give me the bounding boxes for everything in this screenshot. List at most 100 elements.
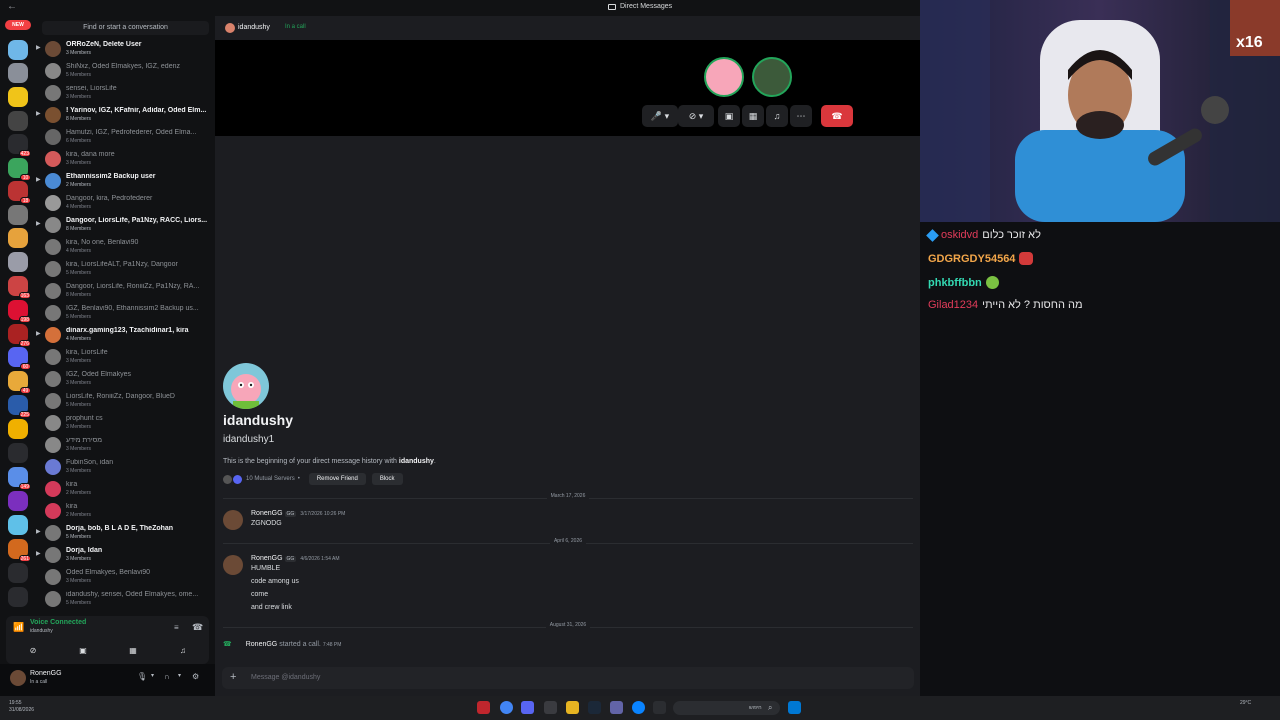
dm-list-item[interactable]: ▶ Dorja, bob, B L A D E, TheZohan 5 Member…	[36, 522, 215, 544]
steam-icon[interactable]	[588, 701, 601, 714]
soundboard-button[interactable]: ♫	[766, 105, 788, 127]
server-icon[interactable]	[8, 228, 28, 248]
server-icon[interactable]: 198	[8, 300, 31, 323]
mic-icon[interactable]: 🎙	[137, 672, 147, 681]
server-icon[interactable]	[8, 111, 28, 131]
server-icon[interactable]: 10	[8, 158, 31, 181]
taskbar-search[interactable]: חיפוש ⌕	[673, 701, 780, 715]
server-icon[interactable]: 225	[8, 395, 31, 418]
dm-list-item[interactable]: ▶ Dangoor, LiorsLife, Pa1Nzy, RACC, Liors…	[36, 214, 215, 236]
dm-list-item[interactable]: kira, No one, Benlavi90 4 Members	[36, 236, 215, 258]
call-participant-ronengg[interactable]	[752, 57, 792, 97]
settings-gear-icon[interactable]: ⚙	[192, 672, 199, 681]
user-avatar[interactable]	[10, 670, 26, 686]
server-icon[interactable]	[8, 252, 28, 272]
dm-list-item[interactable]: IGZ, Oded Elmakyes 3 Members	[36, 368, 215, 390]
header-avatar[interactable]	[225, 23, 235, 33]
dm-list-item[interactable]: Hamutzi, IGZ, Pedrofederer, Oded Elma...…	[36, 126, 215, 148]
discord-icon[interactable]	[521, 701, 534, 714]
signal-icon[interactable]: 📶	[13, 622, 24, 633]
server-icon[interactable]	[8, 563, 28, 583]
mutual-servers-link[interactable]: 10 Mutual Servers	[246, 476, 295, 482]
message-avatar[interactable]	[223, 555, 243, 575]
guild-tag[interactable]: GG	[284, 511, 297, 517]
dm-list-item[interactable]: Oded Elmakyes, Benlavi90 3 Members	[36, 566, 215, 588]
dm-list-item[interactable]: idandushy, sensei, Oded Elmakyes, ome...…	[36, 588, 215, 610]
chrome-icon[interactable]	[500, 701, 513, 714]
chevron-down-icon[interactable]: ▾	[151, 672, 154, 679]
server-icon[interactable]: 261	[8, 539, 31, 562]
edge-icon[interactable]	[632, 701, 645, 714]
server-icon[interactable]	[8, 205, 28, 225]
header-name[interactable]: idandushy	[238, 24, 270, 31]
dm-list-item[interactable]: ▶ ORRoZeN, Delete User 3 Members	[36, 38, 215, 60]
server-icon[interactable]: 49	[8, 371, 31, 394]
user-name[interactable]: RonenGG	[30, 670, 62, 677]
app-icon-1[interactable]	[477, 701, 490, 714]
server-icon[interactable]: 163	[8, 276, 31, 299]
message-author[interactable]: RonenGG	[251, 555, 283, 562]
server-icon[interactable]: 60	[8, 347, 31, 370]
call-participant-idandushy[interactable]	[704, 57, 744, 97]
new-badge[interactable]: NEW	[5, 20, 31, 30]
dm-search-input[interactable]: Find or start a conversation	[42, 21, 209, 35]
server-icon[interactable]	[8, 491, 28, 511]
block-button[interactable]: Block	[371, 473, 403, 485]
app-icon-4[interactable]	[544, 701, 557, 714]
server-icon[interactable]	[8, 515, 28, 535]
dm-list-item[interactable]: מסירת מידע 3 Members	[36, 434, 215, 456]
screen-share-icon[interactable]: ▣	[70, 644, 96, 658]
app-icon-7[interactable]	[610, 701, 623, 714]
server-icon[interactable]: 149	[8, 467, 31, 490]
voice-status[interactable]: Voice Connected	[30, 619, 86, 626]
camera-button[interactable]: ⊘ ▾	[678, 105, 714, 127]
server-icon[interactable]	[8, 40, 28, 60]
activities-button[interactable]: ▦	[742, 105, 764, 127]
dm-list-item[interactable]: Dangoor, LiorsLife, RoniiiZz, Pa1Nzy, RA…	[36, 280, 215, 302]
dm-list-item[interactable]: LiorsLife, RoniiiZz, Dangoor, BlueD 5 Mem…	[36, 390, 215, 412]
message-author[interactable]: RonenGG	[251, 510, 283, 517]
dm-list-item[interactable]: kira 2 Members	[36, 500, 215, 522]
activities-icon[interactable]: ▦	[120, 644, 146, 658]
dm-list-item[interactable]: sensei, LiorsLife 3 Members	[36, 82, 215, 104]
folder-icon[interactable]	[566, 701, 579, 714]
dm-list-item[interactable]: FubinSon, idan 3 Members	[36, 456, 215, 478]
end-call-button[interactable]: ☎	[821, 105, 853, 127]
dm-list-item[interactable]: ▶ dinarx.gaming123, Tzachidinar1, kira 4 M…	[36, 324, 215, 346]
back-arrow-icon[interactable]: ←	[7, 1, 17, 12]
dm-list-item[interactable]: Dangoor, kira, Pedrofederer 4 Members	[36, 192, 215, 214]
guild-tag[interactable]: GG	[284, 556, 297, 562]
server-icon[interactable]	[8, 419, 28, 439]
windows-start-icon[interactable]	[788, 701, 801, 714]
mute-mic-button[interactable]: 🎤 ▾	[642, 105, 678, 127]
dm-list-item[interactable]: kira, LiorsLife 3 Members	[36, 346, 215, 368]
server-icon[interactable]	[8, 87, 28, 107]
server-icon[interactable]: 18	[8, 181, 31, 204]
dm-list-item[interactable]: ▶ Dorja, Idan 3 Members	[36, 544, 215, 566]
camera-off-icon[interactable]: ⊘	[20, 644, 46, 658]
attach-plus-icon[interactable]: +	[230, 671, 236, 683]
chevron-down-icon[interactable]: ▾	[178, 672, 181, 679]
call-author[interactable]: RonenGG	[246, 641, 278, 648]
server-icon[interactable]	[8, 587, 28, 607]
server-icon[interactable]	[8, 63, 28, 83]
dm-list-item[interactable]: ShiNxz, Oded Elmakyes, IGZ, edenz 5 Membe…	[36, 60, 215, 82]
screen-share-button[interactable]: ▣	[718, 105, 740, 127]
dm-list-item[interactable]: kira 2 Members	[36, 478, 215, 500]
server-icon[interactable]: 423	[8, 134, 31, 157]
server-icon[interactable]: 276	[8, 324, 31, 347]
dm-list-item[interactable]: prophunt cs 3 Members	[36, 412, 215, 434]
app-icon-9[interactable]	[653, 701, 666, 714]
soundboard-icon[interactable]: ♫	[170, 644, 196, 658]
message-input[interactable]: Message @idandushy	[251, 674, 320, 681]
taskbar-clock[interactable]: 19:55 31/08/2026	[9, 700, 34, 714]
noise-suppression-icon[interactable]: ≡	[174, 623, 179, 632]
disconnect-icon[interactable]: ☎	[192, 622, 203, 633]
message-avatar[interactable]	[223, 510, 243, 530]
dm-list-item[interactable]: kira, dana more 3 Members	[36, 148, 215, 170]
remove-friend-button[interactable]: Remove Friend	[308, 473, 366, 485]
dm-list-item[interactable]: kira, LiorsLifeALT, Pa1Nzy, Dangoor 5 Mem…	[36, 258, 215, 280]
weather-temp[interactable]: 29°C	[1240, 700, 1251, 706]
more-options-button[interactable]: ⋯	[790, 105, 812, 127]
dm-list-item[interactable]: ▶ Ethannissim2 Backup user 2 Members	[36, 170, 215, 192]
